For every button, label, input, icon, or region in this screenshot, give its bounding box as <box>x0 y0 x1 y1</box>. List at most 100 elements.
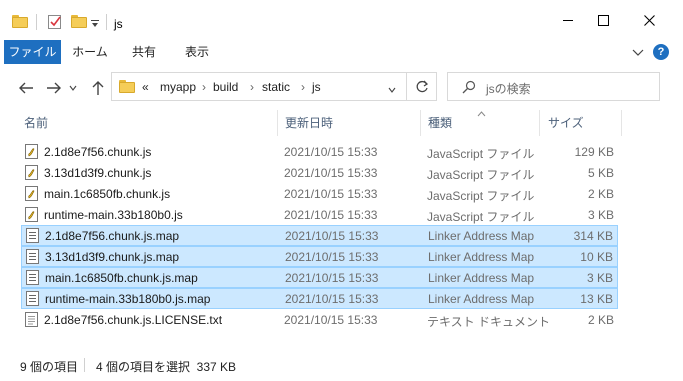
recent-locations-button[interactable] <box>66 78 80 98</box>
folder-icon <box>119 80 135 93</box>
back-arrow-icon <box>19 82 33 94</box>
file-date: 2021/10/15 15:33 <box>285 271 379 285</box>
up-button[interactable] <box>88 78 108 98</box>
file-row[interactable]: runtime-main.33b180b0.js 2021/10/15 15:3… <box>21 205 618 225</box>
back-button[interactable] <box>16 78 36 98</box>
breadcrumb-myapp[interactable]: myapp <box>160 80 196 94</box>
file-type: Linker Address Map <box>428 250 535 264</box>
file-type: JavaScript ファイル <box>427 189 535 203</box>
separator <box>36 14 37 30</box>
search-input[interactable]: jsの検索 <box>447 72 660 101</box>
maximize-button[interactable] <box>580 0 626 40</box>
column-separator[interactable] <box>621 110 622 136</box>
tab-file[interactable]: ファイル <box>4 40 61 64</box>
file-size: 2 KB <box>587 187 614 201</box>
text-file-icon <box>25 312 38 327</box>
column-header-date[interactable]: 更新日時 <box>285 110 333 136</box>
file-name: 2.1d8e7f56.chunk.js <box>44 145 152 159</box>
file-type: Linker Address Map <box>428 271 535 285</box>
file-size: 3 KB <box>586 271 613 285</box>
ribbon-tabs: ファイル ホーム 共有 表示 <box>0 40 683 64</box>
forward-arrow-icon <box>47 82 61 94</box>
address-dropdown-icon[interactable] <box>388 82 396 96</box>
breadcrumb-separator-icon[interactable]: › <box>202 80 206 94</box>
close-icon <box>643 14 655 26</box>
file-size: 13 KB <box>580 292 613 306</box>
file-row[interactable]: main.1c6850fb.chunk.js 2021/10/15 15:33 … <box>21 184 618 204</box>
expand-ribbon-icon[interactable] <box>632 46 644 60</box>
status-item-count: 9 個の項目 <box>20 360 79 374</box>
file-row[interactable]: 2.1d8e7f56.chunk.js.LICENSE.txt 2021/10/… <box>21 310 618 330</box>
file-name: main.1c6850fb.chunk.js.map <box>45 271 198 285</box>
search-icon <box>462 80 476 97</box>
map-file-icon <box>26 228 39 243</box>
status-separator <box>84 358 85 372</box>
forward-button[interactable] <box>44 78 64 98</box>
breadcrumb-js[interactable]: js <box>312 80 321 94</box>
file-name: 3.13d1d3f9.chunk.js.map <box>45 250 180 264</box>
minimize-icon <box>562 19 573 21</box>
column-separator[interactable] <box>277 110 278 136</box>
file-date: 2021/10/15 15:33 <box>284 145 378 159</box>
breadcrumb-separator-icon[interactable]: › <box>250 80 254 94</box>
file-type: JavaScript ファイル <box>427 168 535 182</box>
tab-view[interactable]: 表示 <box>174 40 220 64</box>
map-file-icon <box>26 291 39 306</box>
column-separator[interactable] <box>420 110 421 136</box>
file-date: 2021/10/15 15:33 <box>284 313 378 327</box>
breadcrumb-static[interactable]: static <box>262 80 290 94</box>
file-date: 2021/10/15 15:33 <box>284 166 378 180</box>
up-arrow-icon <box>92 81 104 95</box>
file-name: runtime-main.33b180b0.js.map <box>45 292 211 306</box>
quick-access-dropdown-icon[interactable] <box>90 18 100 28</box>
file-type: Linker Address Map <box>428 229 535 243</box>
column-separator[interactable] <box>539 110 540 136</box>
file-date: 2021/10/15 15:33 <box>285 250 379 264</box>
file-row-selected[interactable]: 2.1d8e7f56.chunk.js.map 2021/10/15 15:33… <box>21 225 618 246</box>
file-type: テキスト ドキュメント <box>427 315 550 329</box>
file-type: Linker Address Map <box>428 292 535 306</box>
file-size: 314 KB <box>573 229 613 243</box>
refresh-icon <box>416 80 428 92</box>
properties-icon[interactable] <box>47 14 63 30</box>
file-size: 129 KB <box>574 145 614 159</box>
help-icon[interactable]: ? <box>653 44 669 60</box>
tab-home[interactable]: ホーム <box>66 40 114 64</box>
file-size: 2 KB <box>587 313 614 327</box>
file-row-selected[interactable]: main.1c6850fb.chunk.js.map 2021/10/15 15… <box>21 267 618 288</box>
file-name: 3.13d1d3f9.chunk.js <box>44 166 152 180</box>
file-date: 2021/10/15 15:33 <box>285 292 379 306</box>
chevron-down-icon <box>69 85 77 91</box>
breadcrumb-build[interactable]: build <box>213 80 238 94</box>
file-name: 2.1d8e7f56.chunk.js.map <box>45 229 180 243</box>
file-name: runtime-main.33b180b0.js <box>44 208 183 222</box>
javascript-file-icon <box>25 207 38 222</box>
separator <box>106 14 107 30</box>
search-placeholder: jsの検索 <box>486 82 531 96</box>
new-folder-icon[interactable] <box>71 15 87 28</box>
file-size: 5 KB <box>587 166 614 180</box>
address-overflow[interactable]: « <box>142 80 149 94</box>
tab-share[interactable]: 共有 <box>122 40 166 64</box>
javascript-file-icon <box>25 144 38 159</box>
file-size: 3 KB <box>587 208 614 222</box>
file-row-selected[interactable]: runtime-main.33b180b0.js.map 2021/10/15 … <box>21 288 618 309</box>
map-file-icon <box>26 270 39 285</box>
column-header-size[interactable]: サイズ <box>548 110 584 136</box>
file-date: 2021/10/15 15:33 <box>285 229 379 243</box>
folder-icon <box>12 15 28 28</box>
column-header-type[interactable]: 種類 <box>428 110 452 136</box>
file-row-selected[interactable]: 3.13d1d3f9.chunk.js.map 2021/10/15 15:33… <box>21 246 618 267</box>
refresh-button[interactable] <box>407 72 437 101</box>
file-row[interactable]: 2.1d8e7f56.chunk.js 2021/10/15 15:33 Jav… <box>21 142 618 162</box>
window-title: js <box>114 17 123 31</box>
column-header-name[interactable]: 名前 <box>24 110 48 136</box>
javascript-file-icon <box>25 186 38 201</box>
file-name: main.1c6850fb.chunk.js <box>44 187 171 201</box>
status-selection: 4 個の項目を選択 337 KB <box>96 360 237 374</box>
file-row[interactable]: 3.13d1d3f9.chunk.js 2021/10/15 15:33 Jav… <box>21 163 618 183</box>
address-bar[interactable]: « myapp › build › static › js <box>111 72 407 101</box>
close-button[interactable] <box>626 0 672 40</box>
file-date: 2021/10/15 15:33 <box>284 187 378 201</box>
breadcrumb-separator-icon[interactable]: › <box>301 80 305 94</box>
